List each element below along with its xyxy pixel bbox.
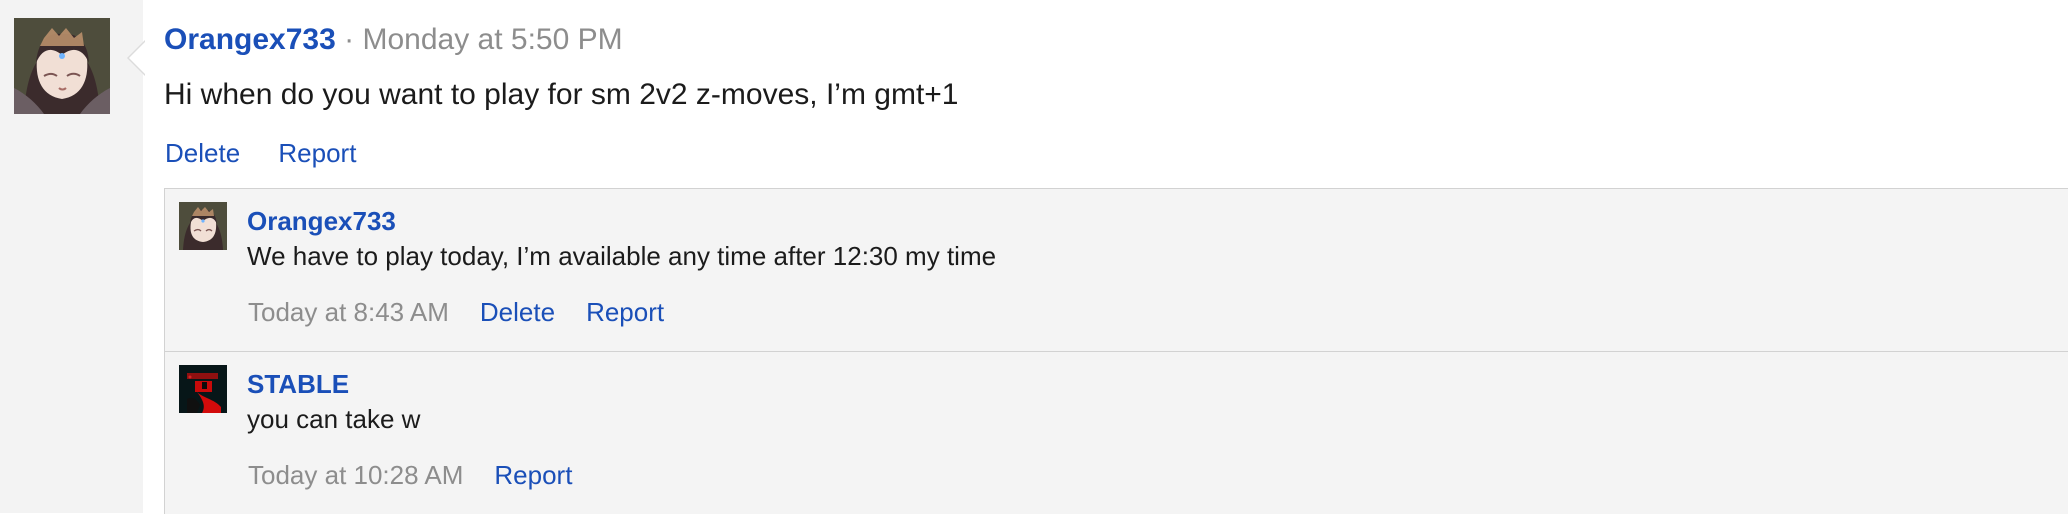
comment-item: Orangex733 We have to play today, I’m av…: [165, 189, 2068, 351]
comment-text: you can take w: [247, 404, 421, 434]
report-comment-link[interactable]: Report: [586, 297, 664, 327]
dark-red-avatar-icon: [179, 365, 227, 413]
comment-author-link[interactable]: STABLE: [247, 367, 349, 401]
comment-author-avatar[interactable]: [179, 202, 227, 250]
post-timestamp: Monday at 5:50 PM: [362, 23, 623, 56]
delete-post-link[interactable]: Delete: [165, 138, 240, 168]
post-author-avatar[interactable]: [14, 18, 110, 114]
comment-timestamp: Today at 8:43 AM: [248, 297, 449, 327]
report-comment-link[interactable]: Report: [494, 460, 572, 490]
comment-item: STABLE you can take w Today at 10:28 AM R…: [165, 351, 2068, 514]
post-actions: Delete Report: [165, 133, 356, 173]
report-post-link[interactable]: Report: [278, 138, 356, 168]
post-message: Hi when do you want to play for sm 2v2 z…: [164, 78, 959, 111]
comments-panel: Orangex733 We have to play today, I’m av…: [164, 188, 2068, 514]
header-separator: ·: [344, 23, 355, 56]
comment-meta: Today at 8:43 AM Delete Report: [248, 295, 664, 329]
comment-meta: Today at 10:28 AM Report: [248, 458, 572, 492]
delete-comment-link[interactable]: Delete: [480, 297, 555, 327]
comment-author-link[interactable]: Orangex733: [247, 204, 396, 238]
comment-author-avatar[interactable]: [179, 365, 227, 413]
comment-timestamp: Today at 10:28 AM: [248, 460, 464, 490]
post-author-link[interactable]: Orangex733: [164, 23, 336, 56]
anime-character-avatar-icon: [179, 202, 227, 250]
message-pointer: [127, 40, 146, 76]
anime-character-avatar-icon: [14, 18, 110, 114]
comment-text: We have to play today, I’m available any…: [247, 241, 997, 271]
post-header: Orangex733 · Monday at 5:50 PM: [164, 20, 623, 60]
